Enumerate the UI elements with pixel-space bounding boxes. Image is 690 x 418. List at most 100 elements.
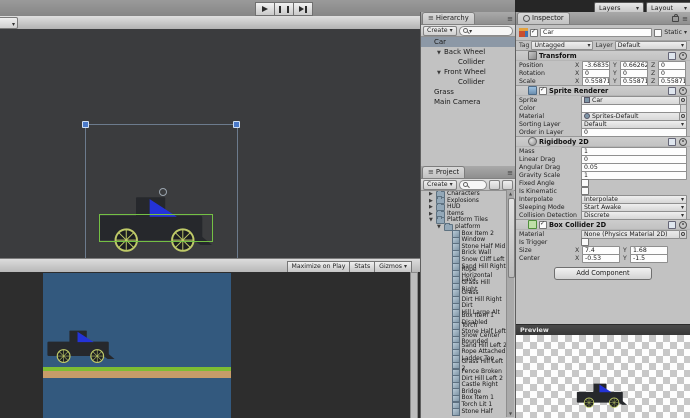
gear-icon[interactable] bbox=[679, 51, 687, 60]
project-scrollbar[interactable]: ▲ ▼ bbox=[506, 190, 515, 417]
help-icon[interactable] bbox=[668, 137, 676, 146]
foldout-arrow[interactable] bbox=[429, 191, 436, 198]
play-button[interactable] bbox=[255, 2, 275, 16]
project-tree-row[interactable]: Explosions bbox=[421, 196, 507, 205]
hierarchy-row[interactable]: Back Wheel bbox=[421, 47, 515, 57]
foldout-arrow[interactable] bbox=[437, 67, 444, 78]
hierarchy-row[interactable]: Car bbox=[421, 37, 515, 47]
scale-x-field[interactable]: 0.5587154 bbox=[582, 76, 610, 86]
lock-icon[interactable] bbox=[672, 13, 680, 22]
fixed-angle-checkbox[interactable] bbox=[581, 179, 589, 187]
project-item-label: Stone Half bbox=[461, 407, 493, 415]
chevron-down-icon bbox=[12, 19, 15, 28]
help-icon[interactable] bbox=[668, 86, 676, 95]
play-icon bbox=[262, 6, 268, 12]
rotation-row: Rotation X0 Y0 Z0 bbox=[516, 68, 690, 78]
active-checkbox[interactable] bbox=[530, 28, 538, 37]
tab-inspector[interactable]: Inspector bbox=[517, 12, 570, 24]
name-field[interactable]: Car bbox=[540, 28, 653, 37]
project-tree-row[interactable]: Stone Half bbox=[421, 407, 507, 416]
rigidbody-2d-header[interactable]: Rigidbody 2D bbox=[516, 136, 690, 147]
tag-dropdown[interactable]: Untagged bbox=[531, 41, 594, 50]
center-y-field[interactable]: -1.5 bbox=[630, 253, 668, 263]
gear-icon[interactable] bbox=[679, 137, 687, 146]
search-by-type-icon[interactable] bbox=[489, 179, 500, 190]
preview-header[interactable]: Preview bbox=[516, 324, 690, 335]
gear-icon[interactable] bbox=[679, 220, 687, 229]
object-picker-icon[interactable] bbox=[680, 229, 687, 239]
chevron-down-icon bbox=[681, 212, 684, 219]
hierarchy-panel: Hierarchy Create Car Back Wheel Collider bbox=[420, 12, 515, 166]
foldout-arrow[interactable] bbox=[429, 217, 436, 224]
search-input[interactable] bbox=[458, 25, 513, 36]
pause-button[interactable] bbox=[274, 2, 294, 16]
hierarchy-row[interactable]: Grass bbox=[421, 87, 515, 97]
layer-dropdown[interactable]: Default bbox=[614, 41, 687, 50]
hierarchy-row[interactable]: Main Camera bbox=[421, 97, 515, 107]
scene-view[interactable] bbox=[0, 29, 420, 258]
pause-icon bbox=[279, 5, 289, 13]
static-checkbox[interactable] bbox=[654, 28, 663, 37]
search-input[interactable] bbox=[458, 179, 487, 190]
position-row: Position X-3.683589 Y0.6626239 Z0 bbox=[516, 60, 690, 70]
hierarchy-item-label: Collider bbox=[458, 58, 485, 66]
selection-handle[interactable] bbox=[233, 121, 240, 128]
add-component-button[interactable]: Add Component bbox=[554, 267, 652, 280]
rigidbody-icon bbox=[528, 137, 537, 146]
project-control-bar: Create bbox=[421, 179, 515, 191]
game-view[interactable] bbox=[0, 272, 420, 418]
foldout-arrow[interactable] bbox=[429, 204, 436, 211]
hierarchy-item-label: Collider bbox=[458, 78, 485, 86]
gameobject-cube-icon bbox=[519, 28, 528, 37]
selection-handle[interactable] bbox=[82, 121, 89, 128]
step-button[interactable] bbox=[293, 2, 313, 16]
is-trigger-checkbox[interactable] bbox=[581, 238, 589, 246]
physics-material-field[interactable]: None (Physics Material 2D) bbox=[581, 229, 680, 239]
foldout-arrow[interactable] bbox=[429, 198, 436, 205]
is-kinematic-checkbox[interactable] bbox=[581, 187, 589, 195]
color-swatch[interactable] bbox=[581, 103, 687, 113]
scale-y-field[interactable]: 0.5587154 bbox=[620, 76, 648, 86]
order-in-layer-field[interactable]: 0 bbox=[581, 127, 687, 137]
preview-car-sprite bbox=[576, 383, 628, 408]
foldout-arrow[interactable] bbox=[429, 211, 436, 218]
search-icon bbox=[462, 27, 469, 34]
create-dropdown[interactable]: Create bbox=[423, 179, 457, 190]
center-x-field[interactable]: -0.53 bbox=[582, 253, 620, 263]
pivot-gizmo-icon[interactable] bbox=[159, 188, 167, 196]
gear-icon[interactable] bbox=[679, 86, 687, 95]
chevron-down-icon bbox=[681, 196, 684, 203]
tab-hierarchy[interactable]: Hierarchy bbox=[422, 12, 475, 24]
help-icon[interactable] bbox=[668, 51, 676, 60]
hierarchy-row[interactable]: Front Wheel bbox=[421, 67, 515, 77]
panel-edge bbox=[410, 272, 418, 418]
step-icon bbox=[299, 5, 307, 13]
scroll-down-icon[interactable]: ▼ bbox=[508, 411, 513, 416]
clipped-scene-control[interactable] bbox=[0, 17, 18, 29]
foldout-arrow[interactable] bbox=[437, 224, 444, 231]
component-enabled-checkbox[interactable] bbox=[539, 86, 547, 95]
scale-z-field[interactable]: 0.5587154 bbox=[658, 76, 686, 86]
chevron-down-icon bbox=[587, 42, 590, 49]
scroll-up-icon[interactable]: ▲ bbox=[508, 191, 513, 196]
foldout-arrow[interactable] bbox=[437, 47, 444, 58]
order-in-layer-row: Order in Layer 0 bbox=[516, 127, 690, 137]
sprite-renderer-header[interactable]: Sprite Renderer bbox=[516, 85, 690, 96]
hierarchy-row[interactable]: Collider bbox=[421, 77, 515, 87]
panel-menu-icon[interactable] bbox=[682, 14, 688, 23]
project-tree: Characters Explosions HUD Items bbox=[421, 191, 507, 417]
transform-header[interactable]: Transform bbox=[516, 50, 690, 61]
scrollbar-thumb[interactable] bbox=[507, 198, 515, 278]
tab-project[interactable]: Project bbox=[422, 166, 466, 178]
panel-menu-icon[interactable] bbox=[507, 14, 513, 23]
collision-detection-dropdown[interactable]: Discrete bbox=[581, 210, 687, 220]
gravity-scale-field[interactable]: 1 bbox=[581, 170, 687, 180]
panel-menu-icon[interactable] bbox=[507, 168, 513, 177]
hierarchy-row[interactable]: Collider bbox=[421, 57, 515, 67]
box-collider-2d-header[interactable]: Box Collider 2D bbox=[516, 219, 690, 230]
project-tree-row[interactable]: HUD bbox=[421, 202, 507, 211]
create-dropdown[interactable]: Create bbox=[423, 25, 457, 36]
component-enabled-checkbox[interactable] bbox=[539, 220, 547, 229]
search-by-label-icon[interactable] bbox=[502, 179, 513, 190]
help-icon[interactable] bbox=[668, 220, 676, 229]
